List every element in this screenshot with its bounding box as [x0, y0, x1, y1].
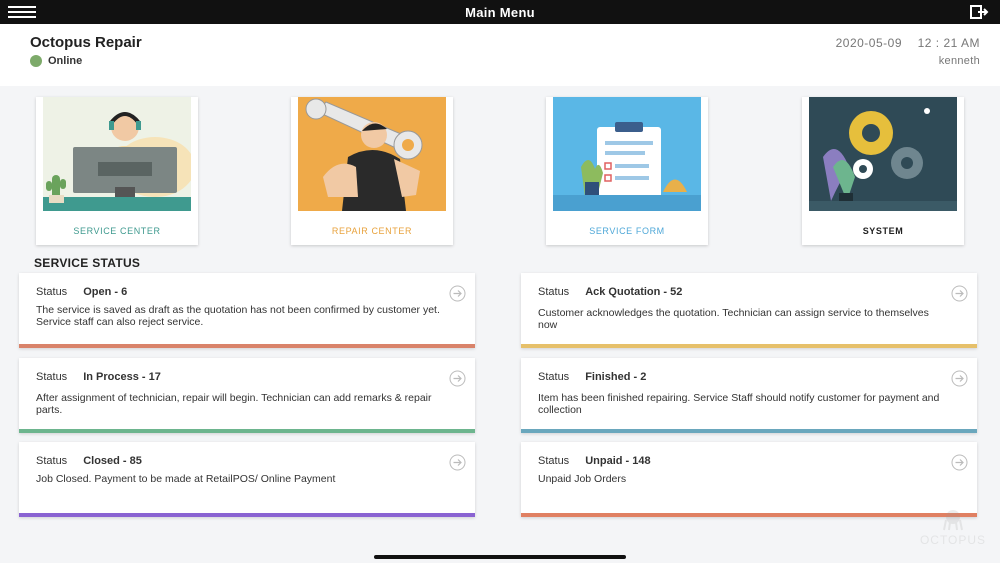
- status-card-open[interactable]: Status Open - 6 The service is saved as d…: [19, 273, 475, 348]
- status-card-unpaid[interactable]: Status Unpaid - 148 Unpaid Job Orders: [521, 442, 977, 517]
- status-line: Status In Process - 17: [36, 371, 161, 383]
- current-date: 2020-05-09: [835, 36, 902, 50]
- repair-center-illustration: [298, 97, 446, 211]
- online-status-label: Online: [48, 55, 83, 67]
- status-description: The service is saved as draft as the quo…: [36, 304, 440, 328]
- tile-repair-center[interactable]: REPAIR CENTER: [291, 97, 453, 245]
- arrow-right-circle-icon[interactable]: [449, 285, 466, 302]
- system-illustration: [809, 97, 957, 211]
- home-indicator[interactable]: [374, 555, 626, 559]
- status-label: Status: [36, 286, 68, 298]
- status-value: Unpaid - 148: [585, 455, 651, 467]
- octopus-logo-icon: [943, 510, 963, 531]
- top-bar: Main Menu: [0, 0, 1000, 24]
- status-line: Status Finished - 2: [538, 371, 646, 383]
- arrow-right-circle-icon[interactable]: [951, 285, 968, 302]
- arrow-right-circle-icon[interactable]: [951, 454, 968, 471]
- arrow-right-circle-icon[interactable]: [449, 370, 466, 387]
- tile-service-center[interactable]: SERVICE CENTER: [36, 97, 198, 245]
- page-title: Main Menu: [465, 5, 535, 20]
- status-card-ack-quotation[interactable]: Status Ack Quotation - 52 Customer acknow…: [521, 273, 977, 348]
- status-line: Status Ack Quotation - 52: [538, 286, 682, 298]
- status-description: Customer acknowledges the quotation. Tec…: [538, 307, 929, 331]
- octopus-watermark: OCTOPUS: [910, 508, 996, 548]
- tile-label: SERVICE FORM: [589, 226, 665, 236]
- status-value: Open - 6: [83, 286, 128, 298]
- watermark-text: OCTOPUS: [919, 533, 987, 547]
- status-description: Job Closed. Payment to be made at Retail…: [36, 473, 336, 485]
- status-card-in-process[interactable]: Status In Process - 17 After assignment o…: [19, 358, 475, 433]
- status-label: Status: [538, 371, 570, 383]
- status-line: Status Open - 6: [36, 286, 127, 298]
- status-label: Status: [36, 371, 68, 383]
- status-card-closed[interactable]: Status Closed - 85 Job Closed. Payment to…: [19, 442, 475, 517]
- status-card-finished[interactable]: Status Finished - 2 Item has been finishe…: [521, 358, 977, 433]
- status-line: Status Closed - 85: [36, 455, 142, 467]
- arrow-right-circle-icon[interactable]: [951, 370, 968, 387]
- status-line: Status Unpaid - 148: [538, 455, 651, 467]
- tile-system[interactable]: SYSTEM: [802, 97, 964, 245]
- status-label: Status: [538, 455, 570, 467]
- logout-icon[interactable]: [968, 3, 990, 21]
- service-form-illustration: [553, 97, 701, 211]
- status-label: Status: [36, 455, 68, 467]
- online-status: Online: [30, 55, 82, 67]
- tile-service-form[interactable]: SERVICE FORM: [546, 97, 708, 245]
- status-label: Status: [538, 286, 570, 298]
- user-name: kenneth: [938, 55, 980, 67]
- service-center-illustration: [43, 97, 191, 211]
- status-description: Unpaid Job Orders: [538, 473, 627, 485]
- status-description: After assignment of technician, repair w…: [36, 392, 432, 416]
- tile-label: SERVICE CENTER: [73, 226, 161, 236]
- section-title-service-status: SERVICE STATUS: [34, 256, 141, 270]
- status-value: Ack Quotation - 52: [585, 286, 683, 298]
- current-time: 12 : 21 AM: [917, 36, 980, 50]
- arrow-right-circle-icon[interactable]: [449, 454, 466, 471]
- store-name: Octopus Repair: [30, 34, 142, 51]
- tile-label: REPAIR CENTER: [331, 226, 413, 236]
- status-value: Finished - 2: [585, 371, 647, 383]
- header: Octopus Repair Online 2020-05-09 12 : 21…: [0, 24, 1000, 86]
- status-value: Closed - 85: [83, 455, 142, 467]
- status-description: Item has been finished repairing. Servic…: [538, 392, 940, 416]
- status-value: In Process - 17: [83, 371, 161, 383]
- online-dot-icon: [30, 55, 42, 67]
- tile-label: SYSTEM: [862, 226, 904, 236]
